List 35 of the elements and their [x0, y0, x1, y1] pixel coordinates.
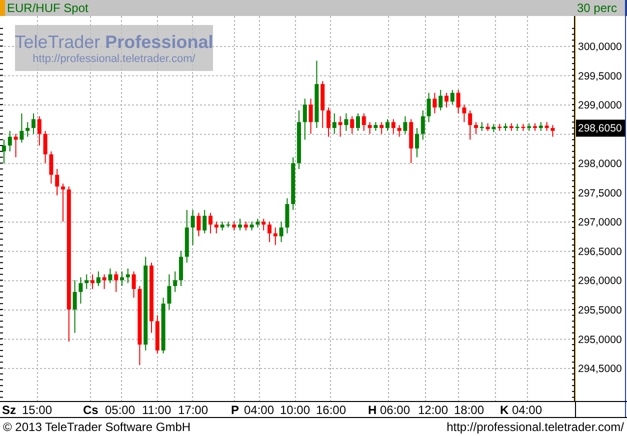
price-label: 296,5000 — [578, 246, 622, 258]
time-label: 16:00 — [316, 403, 346, 417]
last-price-badge: 298,6050 — [576, 120, 625, 137]
price-label: 295,0000 — [578, 334, 622, 346]
price-label: 296,0000 — [578, 275, 622, 288]
day-label: H — [368, 403, 377, 417]
price-label: 299,5000 — [578, 70, 622, 82]
day-label: P — [231, 403, 240, 417]
time-label: 15:00 — [22, 403, 52, 417]
price-label: 294,5000 — [578, 363, 622, 376]
day-label: K — [500, 403, 509, 417]
price-label: 300,0000 — [578, 41, 622, 53]
footer-url: http://professional.teletrader.com/ — [446, 420, 624, 434]
time-label: 12:00 — [418, 403, 448, 417]
time-label: 06:00 — [380, 403, 410, 417]
time-label: 18:00 — [454, 403, 484, 417]
day-label: Cs — [83, 403, 98, 417]
header-marker — [0, 0, 5, 16]
copyright-text: © 2013 TeleTrader Software GmbH — [3, 420, 191, 434]
day-label: Sz — [2, 403, 16, 417]
time-label: 17:00 — [178, 403, 208, 417]
price-label: 297,5000 — [578, 187, 622, 200]
watermark-url: http://professional.teletrader.com/ — [32, 52, 196, 64]
price-label: 295,5000 — [578, 304, 622, 316]
price-label: 299,0000 — [578, 100, 622, 112]
instrument-title: EUR/HUF Spot — [7, 1, 90, 15]
time-label: 04:00 — [244, 403, 274, 417]
price-label: 297,0000 — [578, 216, 622, 229]
time-label: 04:00 — [512, 403, 542, 417]
time-label: 10:00 — [280, 403, 310, 417]
time-label: 05:00 — [105, 403, 136, 417]
interval-label: 30 perc — [576, 1, 618, 15]
price-label: 298,0000 — [578, 158, 622, 170]
watermark-brand: TeleTrader Professional — [14, 32, 214, 52]
time-label: 11:00 — [142, 403, 172, 417]
